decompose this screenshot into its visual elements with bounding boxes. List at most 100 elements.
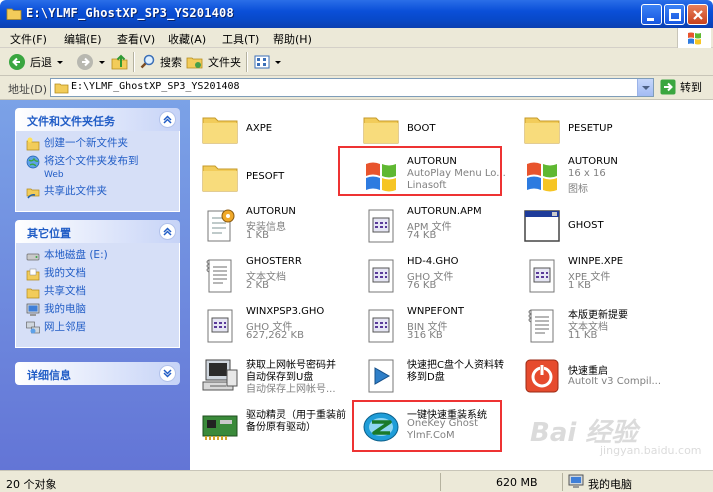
file-item[interactable]: AUTORUN 安装信息 1 KB xyxy=(194,202,354,254)
file-name: PESOFT xyxy=(246,171,285,182)
file-item[interactable]: AUTORUN.APM APM 文件 74 KB xyxy=(355,202,515,254)
menu-file[interactable]: 文件(F) xyxy=(10,31,47,47)
file-name-line2: 备份原有驱动） xyxy=(246,422,316,433)
file-item[interactable]: AUTORUN 16 x 16 图标 xyxy=(516,152,676,204)
file-name: WINPE.XPE xyxy=(568,256,624,267)
file-item[interactable]: PESETUP xyxy=(516,104,676,156)
file-item[interactable]: HD-4.GHO GHO 文件 76 KB xyxy=(355,252,515,304)
file-item[interactable]: GHOSTERR 文本文档 2 KB xyxy=(194,252,354,304)
file-name: WNPEFONT xyxy=(407,306,464,317)
address-bar: 地址(D) E:\YLMF_GhostXP_SP3_YS201408 转到 xyxy=(0,76,713,100)
go-button[interactable]: 转到 xyxy=(660,79,702,95)
file-name: GHOST xyxy=(568,220,604,231)
back-button[interactable]: 后退 xyxy=(8,51,64,73)
back-label: 后退 xyxy=(30,56,52,69)
task-share-folder-label: 共享此文件夹 xyxy=(44,185,107,197)
task-publish-web[interactable]: 将这个文件夹发布到 xyxy=(26,155,179,169)
file-size: 1 KB xyxy=(568,280,591,291)
toolbar-separator xyxy=(246,52,247,72)
windows-logo-icon xyxy=(527,162,557,192)
menu-view[interactable]: 查看(V) xyxy=(117,31,155,47)
status-bar: 20 个对象 620 MB 我的电脑 xyxy=(0,470,713,492)
close-icon xyxy=(693,10,703,20)
windows-flag-icon xyxy=(688,32,701,45)
place-local-disk[interactable]: 本地磁盘 (E:) xyxy=(26,249,179,263)
forward-button[interactable] xyxy=(76,51,106,73)
file-name: WINXPSP3.GHO xyxy=(246,306,325,317)
place-my-documents[interactable]: 我的文档 xyxy=(26,267,179,281)
file-name: PESETUP xyxy=(568,123,613,134)
toolbar: 后退 搜索 文件夹 xyxy=(0,48,713,76)
address-dropdown-button[interactable] xyxy=(637,79,653,96)
file-item[interactable]: 快速重启 AutoIt v3 Compil... xyxy=(516,352,676,404)
minimize-button[interactable] xyxy=(641,4,662,25)
place-shared-documents[interactable]: 共享文档 xyxy=(26,285,179,299)
setup-info-icon xyxy=(207,209,235,242)
computer-icon xyxy=(26,303,40,316)
chevron-down-icon xyxy=(642,86,650,90)
file-tasks-title: 文件和文件夹任务 xyxy=(27,115,115,128)
title-bar[interactable]: E:\YLMF_GhostXP_SP3_YS201408 xyxy=(0,0,713,28)
file-item[interactable]: 获取上网帐号密码并 自动保存到U盘 自动保存上网帐号... xyxy=(194,352,354,404)
file-tasks-header[interactable]: 文件和文件夹任务 xyxy=(15,108,180,131)
file-item[interactable]: 快速把C盘个人资料转 移到D盘 xyxy=(355,352,515,404)
file-item[interactable]: AXPE xyxy=(194,104,354,156)
file-size: 76 KB xyxy=(407,280,437,291)
file-item[interactable]: PESOFT xyxy=(194,152,354,204)
search-button[interactable]: 搜索 xyxy=(140,51,182,73)
minimize-icon xyxy=(647,18,654,21)
details-header[interactable]: 详细信息 xyxy=(15,362,180,385)
task-publish-web-label: 将这个文件夹发布到 xyxy=(44,155,139,167)
maximize-button[interactable] xyxy=(664,4,685,25)
place-my-documents-label: 我的文档 xyxy=(44,267,86,279)
task-new-folder[interactable]: 创建一个新文件夹 xyxy=(26,137,179,151)
windows-logo xyxy=(677,28,711,48)
place-network[interactable]: 网上邻居 xyxy=(26,321,179,335)
collapse-button[interactable] xyxy=(159,111,176,128)
file-size: 316 KB xyxy=(407,330,443,341)
task-publish-web-suffix[interactable]: Web xyxy=(26,169,179,181)
views-button[interactable] xyxy=(254,51,282,73)
folder-icon xyxy=(202,165,238,192)
file-item[interactable]: WNPEFONT BIN 文件 316 KB xyxy=(355,302,515,354)
file-type: AutoIt v3 Compil... xyxy=(568,376,662,387)
search-label: 搜索 xyxy=(160,56,182,69)
up-button[interactable] xyxy=(110,51,130,73)
file-item[interactable]: 驱动精灵（用于重装前 备份原有驱动） xyxy=(194,402,354,454)
folders-button[interactable]: 文件夹 xyxy=(186,51,241,73)
computer-icon xyxy=(568,474,584,488)
folder-icon xyxy=(202,117,238,144)
file-name: AUTORUN xyxy=(246,206,296,217)
file-name: BOOT xyxy=(407,123,436,134)
file-type: 图标 xyxy=(568,184,588,195)
file-item[interactable]: 本版更新提要 文本文档 11 KB xyxy=(516,302,676,354)
other-places-group: 其它位置 本地磁盘 (E:) 我的文档 共享文档 我的电脑 网上邻居 xyxy=(15,220,180,348)
task-share-folder[interactable]: 共享此文件夹 xyxy=(26,185,179,199)
task-pane: 文件和文件夹任务 创建一个新文件夹 将这个文件夹发布到 Web 共享此文件夹 其… xyxy=(0,100,190,470)
collapse-button[interactable] xyxy=(159,223,176,240)
menu-help[interactable]: 帮助(H) xyxy=(273,31,312,47)
close-button[interactable] xyxy=(687,4,708,25)
file-item[interactable]: GHOST xyxy=(516,202,676,254)
menu-edit[interactable]: 编辑(E) xyxy=(64,31,102,47)
folder-icon xyxy=(524,117,560,144)
status-divider xyxy=(562,473,563,491)
network-icon xyxy=(26,321,40,334)
computer-icon xyxy=(202,359,238,391)
folders-icon xyxy=(186,57,203,69)
play-arrow-icon xyxy=(368,359,394,393)
globe-icon xyxy=(26,155,40,169)
file-name: HD-4.GHO xyxy=(407,256,459,267)
share-folder-icon xyxy=(26,188,40,199)
file-item[interactable]: WINPE.XPE XPE 文件 1 KB xyxy=(516,252,676,304)
place-local-disk-label: 本地磁盘 (E:) xyxy=(44,249,108,261)
document-icon xyxy=(207,309,233,343)
file-item[interactable]: WINXPSP3.GHO GHO 文件 627,262 KB xyxy=(194,302,354,354)
other-places-header[interactable]: 其它位置 xyxy=(15,220,180,243)
place-my-computer-label: 我的电脑 xyxy=(44,303,86,315)
address-input[interactable]: E:\YLMF_GhostXP_SP3_YS201408 xyxy=(50,78,654,97)
menu-tools[interactable]: 工具(T) xyxy=(222,31,259,47)
place-my-computer[interactable]: 我的电脑 xyxy=(26,303,179,317)
expand-button[interactable] xyxy=(159,365,176,382)
menu-favorites[interactable]: 收藏(A) xyxy=(168,31,206,47)
